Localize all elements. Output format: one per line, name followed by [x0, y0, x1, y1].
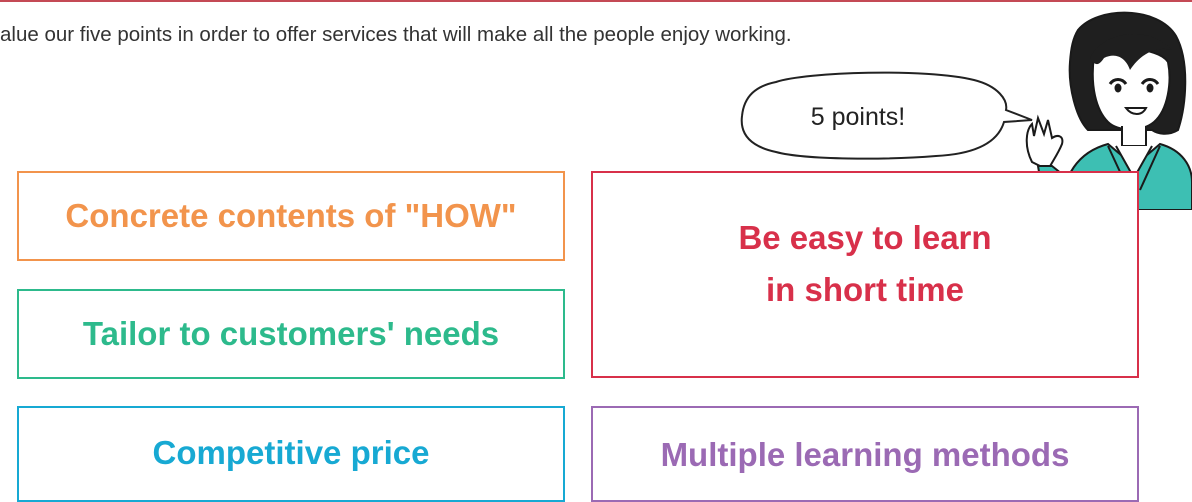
point-easy-to-learn-line1: Be easy to learn [738, 218, 992, 256]
point-easy-to-learn: Be easy to learn in short time [591, 171, 1139, 378]
point-concrete-how: Concrete contents of "HOW" [17, 171, 565, 261]
point-learning-methods-label: Multiple learning methods [660, 436, 1070, 473]
point-easy-to-learn-line2: in short time [765, 270, 965, 308]
point-competitive-price-label: Competitive price [152, 434, 430, 471]
intro-text: alue our five points in order to offer s… [0, 23, 792, 46]
point-concrete-how-label: Concrete contents of "HOW" [65, 197, 517, 234]
speech-bubble-text: 5 points! [810, 103, 906, 131]
point-tailor-needs-label: Tailor to customers' needs [82, 315, 500, 352]
top-divider [0, 0, 1192, 2]
point-tailor-needs: Tailor to customers' needs [17, 289, 565, 379]
